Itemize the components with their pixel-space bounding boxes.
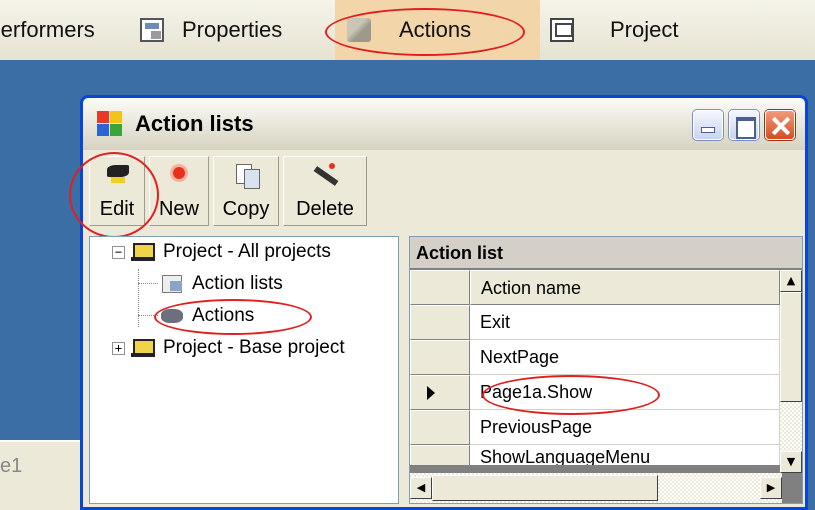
maximize-button[interactable]	[729, 110, 759, 140]
edit-button-label: Edit	[99, 198, 135, 220]
tab-performers-label: Performers	[0, 17, 95, 42]
tree-item-base-project[interactable]: + Project - Base project	[112, 337, 345, 359]
table-row[interactable]: PreviousPage	[410, 410, 780, 445]
copy-icon	[230, 161, 262, 189]
project-icon	[550, 18, 574, 42]
copy-button-label: Copy	[222, 198, 270, 220]
table-cell[interactable]: PreviousPage	[470, 410, 780, 445]
tree-connector	[138, 269, 139, 327]
window-title: Action lists	[135, 111, 254, 136]
minimize-button[interactable]	[693, 110, 723, 140]
scroll-up-button[interactable]: ▲	[780, 270, 802, 292]
tree-item-action-lists[interactable]: Action lists	[160, 273, 283, 295]
project-folder-icon	[131, 241, 155, 263]
vertical-scroll-thumb[interactable]	[780, 292, 802, 402]
row-header[interactable]	[410, 340, 470, 375]
table-cell[interactable]: Exit	[470, 305, 780, 340]
table-cell[interactable]: NextPage	[470, 340, 780, 375]
grid-body: Action name Exit NextPage Page1a.Show Pr…	[410, 270, 780, 465]
app-icon	[97, 111, 123, 137]
horizontal-scrollbar[interactable]: ◀ ▶	[410, 473, 782, 503]
current-row-indicator-icon	[427, 386, 435, 400]
tab-project[interactable]: Project	[550, 0, 678, 60]
tab-actions-label: Actions	[399, 17, 472, 42]
row-header[interactable]	[410, 305, 470, 340]
toolbar: Edit New Copy Delete	[89, 156, 367, 230]
tree-connector	[138, 283, 158, 284]
action-lists-icon	[160, 273, 184, 295]
column-header-action-name[interactable]: Action name	[470, 270, 780, 305]
expand-icon[interactable]: +	[112, 341, 125, 355]
tab-performers[interactable]: Performers	[0, 0, 95, 60]
action-list-grid[interactable]: Action list Action name Exit NextPage Pa…	[409, 236, 803, 504]
tab-project-label: Project	[610, 17, 679, 42]
edit-icon	[101, 161, 133, 189]
tree-item-label: Action lists	[192, 273, 283, 294]
tab-properties[interactable]: Properties	[140, 0, 282, 60]
actions-node-icon	[160, 305, 184, 327]
delete-button-label: Delete	[296, 198, 354, 220]
tree-item-label: Project - All projects	[163, 241, 331, 262]
table-row-selected[interactable]: Page1a.Show	[410, 375, 780, 410]
vertical-scrollbar[interactable]: ▲ ▼	[780, 270, 802, 473]
tree-item-label: Actions	[192, 305, 255, 326]
horizontal-scroll-thumb[interactable]	[432, 475, 658, 501]
tree-connector	[138, 315, 158, 316]
delete-button[interactable]: Delete	[283, 156, 367, 226]
scroll-left-button[interactable]: ◀	[410, 477, 432, 499]
copy-button[interactable]: Copy	[213, 156, 279, 226]
new-icon	[163, 161, 195, 189]
title-bar[interactable]: Action lists	[83, 98, 805, 150]
table-row[interactable]: ShowLanguageMenu	[410, 445, 780, 465]
top-tab-strip: Performers Properties Actions Project	[0, 0, 815, 60]
collapse-icon[interactable]: −	[112, 245, 125, 259]
project-folder-icon	[131, 337, 155, 359]
scroll-right-button[interactable]: ▶	[760, 477, 782, 499]
tree-item-label: Project - Base project	[163, 337, 345, 358]
close-button[interactable]	[765, 110, 795, 140]
table-cell[interactable]: Page1a.Show	[470, 375, 780, 410]
scroll-down-button[interactable]: ▼	[780, 451, 802, 473]
grid-header-row: Action name	[410, 270, 780, 305]
row-header[interactable]	[410, 445, 470, 465]
delete-icon	[309, 161, 341, 189]
tree-item-all-projects[interactable]: − Project - All projects	[112, 241, 331, 263]
grid-caption: Action list	[410, 237, 802, 269]
new-button[interactable]: New	[149, 156, 209, 226]
table-cell[interactable]: ShowLanguageMenu	[470, 445, 780, 465]
new-button-label: New	[158, 198, 199, 220]
tree-item-actions[interactable]: Actions	[160, 305, 254, 327]
tab-actions[interactable]: Actions	[335, 0, 540, 60]
tab-properties-label: Properties	[182, 17, 283, 42]
row-header[interactable]	[410, 410, 470, 445]
table-row[interactable]: Exit	[410, 305, 780, 340]
row-header[interactable]	[410, 375, 470, 410]
properties-icon	[140, 18, 164, 42]
status-text: e1	[0, 455, 23, 477]
project-tree[interactable]: − Project - All projects Action lists Ac…	[89, 236, 399, 504]
edit-button[interactable]: Edit	[89, 156, 145, 226]
table-row[interactable]: NextPage	[410, 340, 780, 375]
actions-icon	[347, 18, 371, 42]
row-header	[410, 270, 470, 305]
action-lists-window: Action lists Edit New Copy Delete − Proj…	[69, 95, 808, 510]
